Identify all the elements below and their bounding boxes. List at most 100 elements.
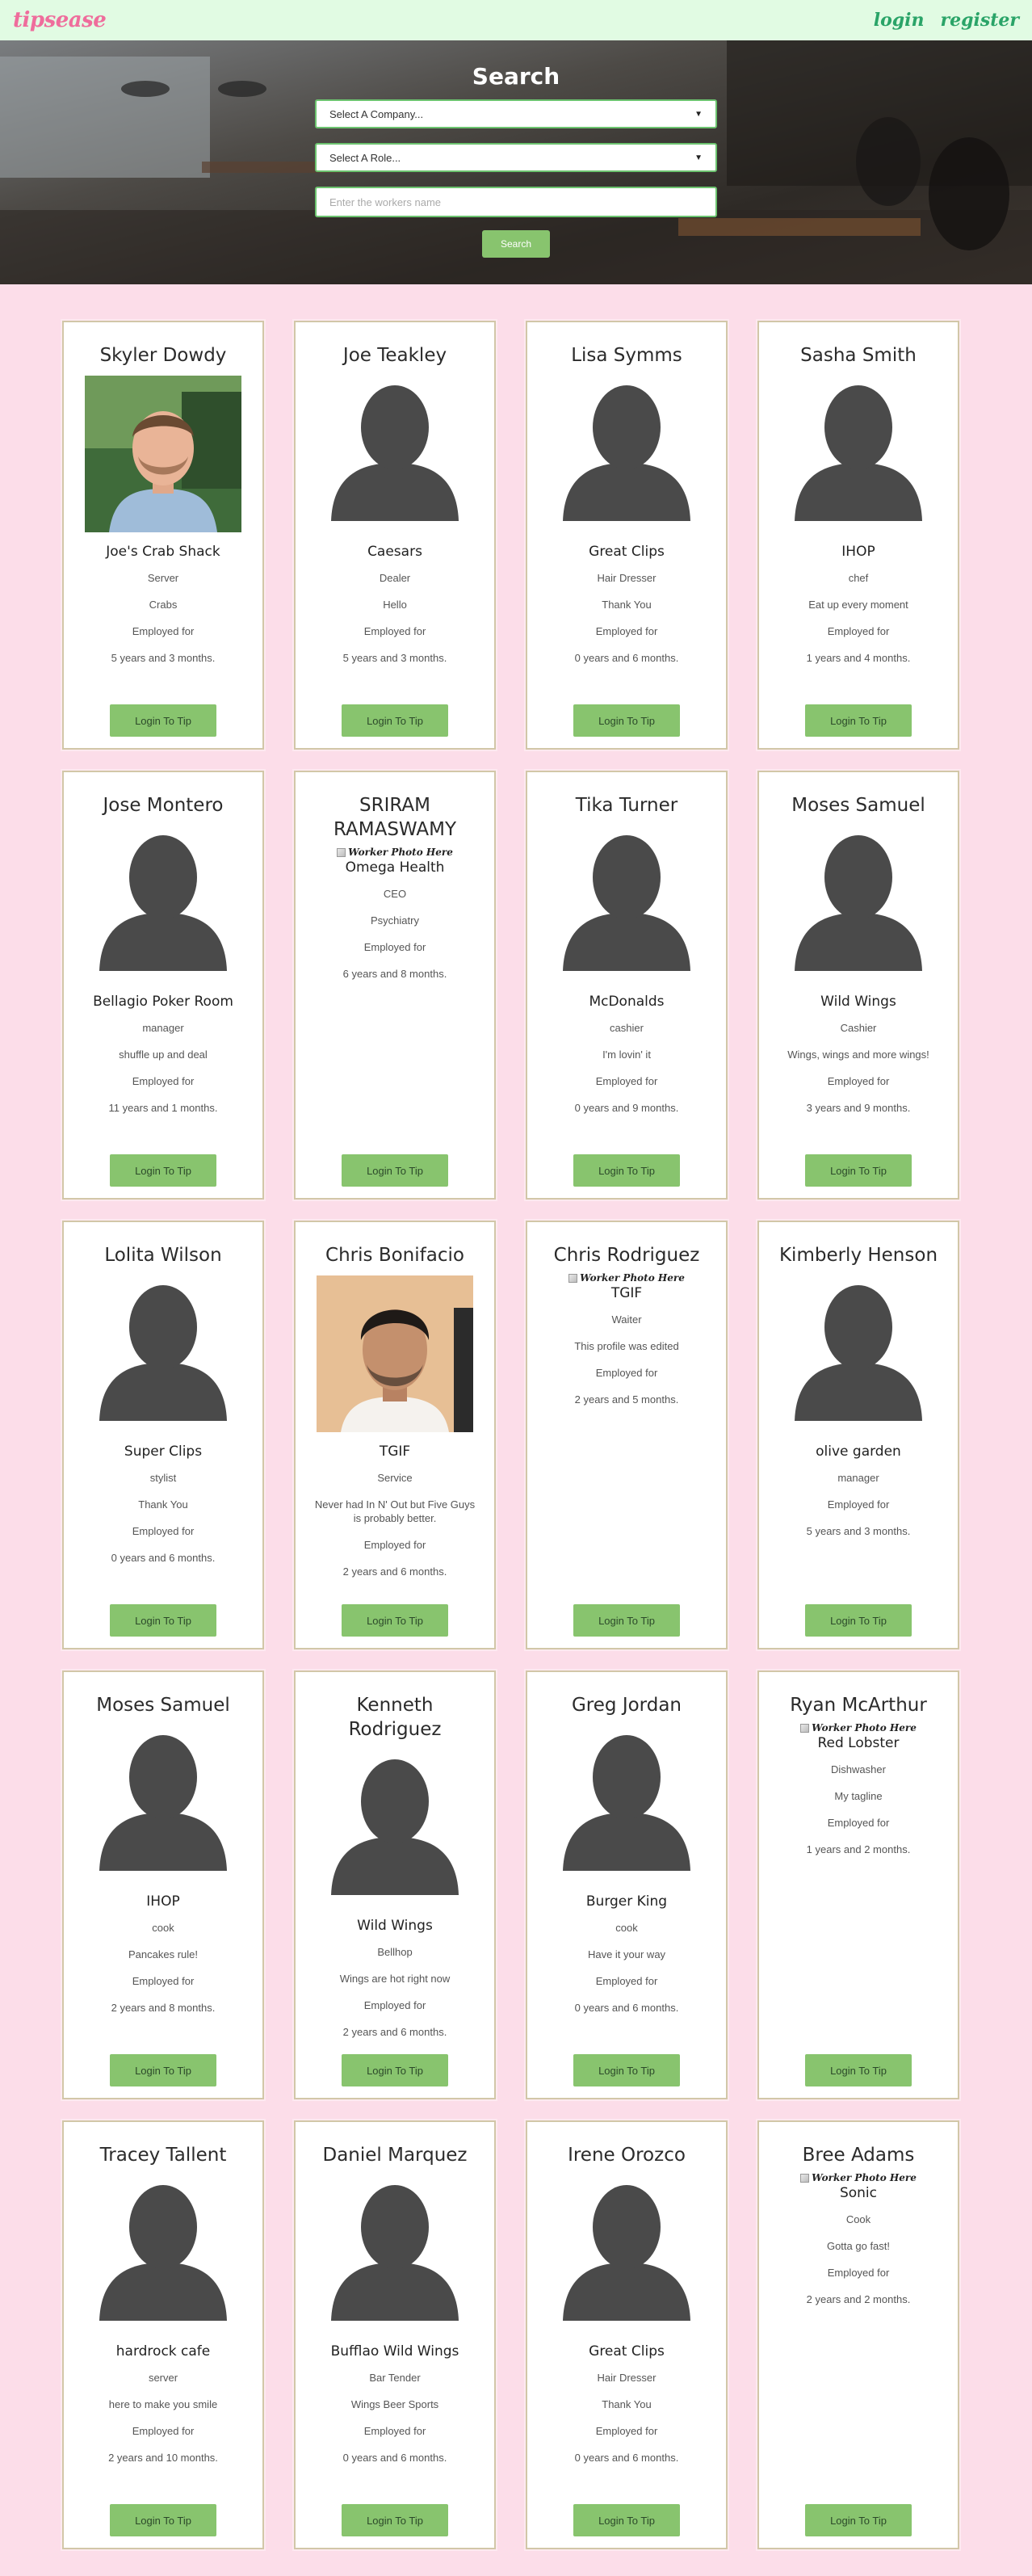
worker-role: Service (377, 1472, 413, 1484)
worker-name: Irene Orozco (568, 2145, 686, 2166)
worker-card-grid: Skyler Dowdy Joe's Crab Shack Server Crabs E… (0, 284, 1032, 2549)
login-to-tip-button[interactable]: Login To Tip (110, 704, 216, 737)
worker-name-input[interactable] (315, 187, 717, 217)
avatar-placeholder-icon (85, 1275, 241, 1432)
worker-company: Super Clips (124, 1443, 203, 1460)
worker-tagline: shuffle up and deal (119, 1048, 208, 1061)
worker-card: Kenneth Rodriguez Wild Wings Bellhop Wings … (294, 1670, 496, 2099)
worker-card: Kimberly Henson olive garden manager Employ… (757, 1221, 959, 1649)
login-to-tip-button[interactable]: Login To Tip (110, 1604, 216, 1637)
worker-card: Chris Rodriguez Worker Photo Here TGIF Wait… (526, 1221, 728, 1649)
login-to-tip-button[interactable]: Login To Tip (805, 1154, 912, 1187)
employed-label: Employed for (827, 625, 890, 637)
worker-card: Bree Adams Worker Photo Here Sonic Cook Gott… (757, 2120, 959, 2549)
worker-tagline: Hello (383, 599, 407, 611)
register-link[interactable]: register (941, 10, 1019, 31)
brand-logo[interactable]: tipsease (13, 8, 107, 32)
login-to-tip-button[interactable]: Login To Tip (342, 2504, 448, 2536)
employment-duration: 6 years and 8 months. (342, 968, 447, 980)
worker-photo (85, 376, 241, 532)
worker-name: Moses Samuel (96, 1695, 230, 1716)
company-select[interactable]: Select A Company... ▼ (315, 99, 717, 128)
worker-role: Bar Tender (369, 2372, 421, 2384)
employment-duration: 0 years and 9 months. (574, 1102, 679, 1114)
worker-name: SRIRAM RAMASWAMY (333, 795, 457, 840)
employment-duration: 0 years and 6 months. (342, 2452, 447, 2464)
worker-tagline: Thank You (602, 2398, 652, 2410)
employment-duration: 1 years and 4 months. (806, 652, 911, 664)
employed-label: Employed for (363, 1999, 426, 2011)
employment-duration: 5 years and 3 months. (111, 652, 216, 664)
worker-card: Tracey Tallent hardrock cafe server here to… (62, 2120, 264, 2549)
login-to-tip-button[interactable]: Login To Tip (805, 2054, 912, 2086)
employed-label: Employed for (132, 2425, 195, 2437)
worker-role: CEO (383, 888, 407, 900)
employment-duration: 2 years and 5 months. (574, 1393, 679, 1406)
worker-photo-broken: Worker Photo Here (800, 2172, 917, 2183)
worker-name: Joe Teakley (342, 345, 447, 366)
worker-tagline: Wings are hot right now (339, 1973, 451, 1985)
avatar-placeholder-icon (548, 1725, 705, 1882)
avatar-placeholder-icon (780, 376, 937, 532)
worker-tagline: Have it your way (587, 1948, 666, 1960)
login-link[interactable]: login (874, 10, 925, 31)
worker-card: Joe Teakley Caesars Dealer Hello Employed fo… (294, 321, 496, 750)
worker-role: server (148, 2372, 178, 2384)
worker-company: Red Lobster (817, 1735, 900, 1751)
worker-tagline: This profile was edited (574, 1340, 679, 1352)
worker-tagline: Eat up every moment (808, 599, 908, 611)
login-to-tip-button[interactable]: Login To Tip (573, 2054, 680, 2086)
worker-name: Bree Adams (802, 2145, 915, 2166)
worker-photo-alt: Worker Photo Here (348, 847, 453, 858)
employment-duration: 2 years and 6 months. (342, 1565, 447, 1578)
login-to-tip-button[interactable]: Login To Tip (573, 2504, 680, 2536)
worker-role: cook (152, 1922, 174, 1934)
worker-tagline: My tagline (834, 1790, 883, 1802)
login-to-tip-button[interactable]: Login To Tip (342, 1604, 448, 1637)
worker-company: TGIF (610, 1285, 643, 1301)
worker-company: Wild Wings (820, 994, 896, 1010)
worker-company: IHOP (841, 544, 875, 560)
login-to-tip-button[interactable]: Login To Tip (110, 2054, 216, 2086)
employment-duration: 2 years and 2 months. (806, 2293, 911, 2305)
login-to-tip-button[interactable]: Login To Tip (573, 1154, 680, 1187)
employed-label: Employed for (132, 1525, 195, 1537)
worker-tagline: Crabs (149, 599, 178, 611)
search-button[interactable]: Search (482, 230, 550, 258)
worker-name: Kimberly Henson (778, 1245, 938, 1266)
worker-card: Sasha Smith IHOP chef Eat up every moment Em… (757, 321, 959, 750)
worker-photo-broken: Worker Photo Here (800, 1722, 917, 1733)
worker-tagline: I'm lovin' it (602, 1048, 651, 1061)
login-to-tip-button[interactable]: Login To Tip (110, 2504, 216, 2536)
chevron-down-icon: ▼ (694, 109, 703, 119)
search-hero: Search Select A Company... ▼ Select A Ro… (0, 40, 1032, 284)
chevron-down-icon: ▼ (694, 153, 703, 162)
login-to-tip-button[interactable]: Login To Tip (805, 2504, 912, 2536)
worker-company: Wild Wings (357, 1918, 433, 1934)
login-to-tip-button[interactable]: Login To Tip (805, 704, 912, 737)
login-to-tip-button[interactable]: Login To Tip (573, 704, 680, 737)
employed-label: Employed for (363, 625, 426, 637)
worker-tagline: Thank You (138, 1498, 188, 1511)
worker-card: Ryan McArthur Worker Photo Here Red Lobste… (757, 1670, 959, 2099)
login-to-tip-button[interactable]: Login To Tip (342, 2054, 448, 2086)
worker-company: McDonalds (589, 994, 665, 1010)
worker-tagline: Wings Beer Sports (350, 2398, 439, 2410)
worker-company: IHOP (146, 1893, 180, 1910)
worker-card: Greg Jordan Burger King cook Have it your w… (526, 1670, 728, 2099)
worker-company: Burger King (585, 1893, 668, 1910)
login-to-tip-button[interactable]: Login To Tip (342, 1154, 448, 1187)
login-to-tip-button[interactable]: Login To Tip (342, 704, 448, 737)
employment-duration: 5 years and 3 months. (806, 1525, 911, 1537)
employed-label: Employed for (363, 941, 426, 953)
worker-name: Sasha Smith (800, 345, 917, 366)
login-to-tip-button[interactable]: Login To Tip (805, 1604, 912, 1637)
top-navbar: tipsease login register (0, 0, 1032, 40)
employment-duration: 5 years and 3 months. (342, 652, 447, 664)
login-to-tip-button[interactable]: Login To Tip (573, 1604, 680, 1637)
role-select[interactable]: Select A Role... ▼ (315, 143, 717, 172)
worker-name: Tracey Tallent (99, 2145, 227, 2166)
login-to-tip-button[interactable]: Login To Tip (110, 1154, 216, 1187)
worker-role: Dishwasher (831, 1763, 886, 1775)
avatar-placeholder-icon (85, 1725, 241, 1882)
